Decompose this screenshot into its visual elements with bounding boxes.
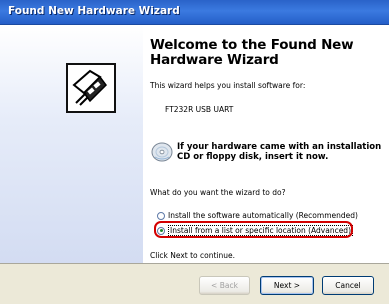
red-highlight-annotation — [154, 221, 353, 238]
question-text: What do you want the wizard to do? — [150, 188, 286, 197]
cancel-button[interactable]: Cancel — [322, 276, 374, 295]
hardware-wizard-icon — [66, 63, 116, 113]
cd-icon — [151, 142, 173, 162]
next-button[interactable]: Next > — [260, 276, 314, 295]
wizard-heading: Welcome to the Found New Hardware Wizard — [150, 37, 354, 68]
button-bar: < Back Next > Cancel — [0, 263, 389, 304]
option-label-automatic: Install the software automatically (Reco… — [168, 211, 358, 220]
option-install-automatically[interactable]: Install the software automatically (Reco… — [157, 211, 358, 220]
continue-hint: Click Next to continue. — [150, 251, 236, 260]
cd-prompt: If your hardware came with an installati… — [177, 142, 382, 162]
window-title: Found New Hardware Wizard — [8, 5, 180, 17]
device-name: FT232R USB UART — [165, 105, 234, 114]
wizard-side-panel — [0, 25, 143, 263]
radio-install-automatically[interactable] — [157, 211, 165, 220]
title-bar[interactable]: Found New Hardware Wizard — [0, 0, 389, 25]
back-button[interactable]: < Back — [199, 276, 250, 295]
intro-text: This wizard helps you install software f… — [150, 81, 306, 90]
wizard-content: Welcome to the Found New Hardware Wizard… — [143, 25, 389, 263]
